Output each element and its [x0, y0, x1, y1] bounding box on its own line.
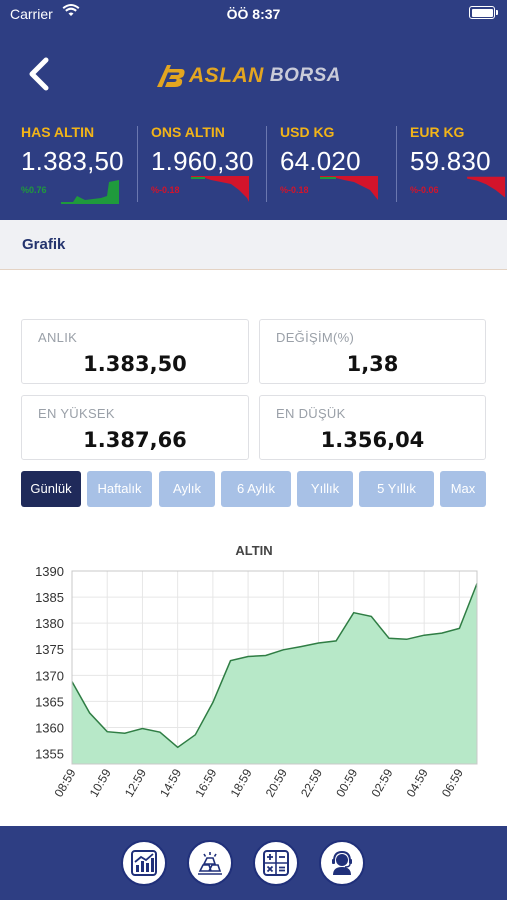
ticker-change: %-0.06	[410, 185, 439, 195]
ticker-change: %-0.18	[280, 185, 309, 195]
stat-value: 1.356,04	[320, 428, 425, 452]
calculator-icon	[263, 850, 289, 876]
y-tick-label: 1390	[35, 564, 64, 579]
ticker-name: ONS ALTIN	[151, 124, 225, 140]
ticker-value: 1.960,30	[151, 146, 254, 176]
ticker-sparkline	[61, 180, 119, 204]
ticker-value: 59.830	[410, 146, 491, 176]
app-header: Carrier ÖÖ 8:37 ASLAN BORSA HAS ALTIN 1.…	[0, 0, 507, 220]
logo-primary-text: ASLAN	[189, 64, 264, 87]
period-button-6-aylik[interactable]: 6 Aylık	[221, 471, 291, 507]
period-button-aylik[interactable]: Aylık	[159, 471, 215, 507]
ticker-eur-kg[interactable]: EUR KG 59.830 %-0.06	[396, 118, 507, 208]
stat-card-degisim: DEĞİŞİM(%) 1,38	[259, 319, 486, 384]
ticker-has-altin[interactable]: HAS ALTIN 1.383,50 %0.76	[21, 118, 136, 208]
stat-value: 1.387,66	[83, 428, 187, 452]
period-button-5-yillik[interactable]: 5 Yıllık	[359, 471, 434, 507]
ticker-sparkline	[191, 176, 249, 202]
ticker-ons-altin[interactable]: ONS ALTIN 1.960,30 %-0.18	[137, 118, 266, 208]
x-tick-label: 08:59	[51, 766, 78, 799]
section-title: Grafik	[22, 236, 66, 253]
stat-card-en-yuksek: EN YÜKSEK 1.387,66	[21, 395, 249, 460]
ticker-name: USD KG	[280, 124, 335, 140]
x-tick-label: 12:59	[122, 766, 149, 799]
y-tick-label: 1365	[35, 694, 64, 709]
stat-card-anlik: ANLIK 1.383,50	[21, 319, 249, 384]
period-selector: Günlük Haftalık Aylık 6 Aylık Yıllık 5 Y…	[21, 471, 491, 507]
x-tick-label: 06:59	[439, 766, 466, 799]
y-tick-label: 1360	[35, 720, 64, 735]
nav-calculator-button[interactable]	[253, 840, 299, 886]
x-tick-label: 22:59	[298, 766, 325, 799]
y-tick-label: 1370	[35, 668, 64, 683]
x-tick-label: 04:59	[404, 766, 431, 799]
y-tick-label: 1375	[35, 642, 64, 657]
stat-label: EN YÜKSEK	[38, 406, 115, 421]
ticker-usd-kg[interactable]: USD KG 64.020 %-0.18	[266, 118, 395, 208]
y-tick-label: 1385	[35, 590, 64, 605]
chart-area-fill	[72, 583, 477, 764]
ticker-divider	[266, 126, 267, 202]
ticker-divider	[137, 126, 138, 202]
ticker-strip[interactable]: HAS ALTIN 1.383,50 %0.76 ONS ALTIN 1.960…	[0, 118, 507, 212]
nav-support-button[interactable]	[319, 840, 365, 886]
stat-label: DEĞİŞİM(%)	[276, 330, 355, 345]
x-tick-label: 00:59	[333, 766, 360, 799]
nav-gold-button[interactable]	[187, 840, 233, 886]
period-button-gunluk[interactable]: Günlük	[21, 471, 81, 507]
period-button-max[interactable]: Max	[440, 471, 486, 507]
logo-mark-icon	[157, 65, 185, 87]
x-tick-label: 16:59	[192, 766, 219, 799]
x-tick-label: 02:59	[368, 766, 395, 799]
x-tick-label: 18:59	[228, 766, 255, 799]
section-header: Grafik	[0, 220, 507, 270]
stat-label: ANLIK	[38, 330, 78, 345]
support-agent-icon	[332, 850, 352, 875]
stat-card-en-dusuk: EN DÜŞÜK 1.356,04	[259, 395, 486, 460]
nav-chart-button[interactable]	[121, 840, 167, 886]
logo-secondary-text: BORSA	[269, 65, 341, 86]
status-time: ÖÖ 8:37	[226, 6, 281, 22]
chevron-left-icon[interactable]	[22, 52, 62, 96]
x-tick-label: 20:59	[263, 766, 290, 799]
ticker-sparkline	[320, 176, 378, 200]
chart-y-axis: 1355 1360 1365 1370 1375 1380 1385 1390	[35, 564, 64, 762]
status-bar: Carrier ÖÖ 8:37	[0, 0, 507, 28]
aslan-borsa-logo: ASLAN BORSA	[155, 60, 341, 92]
battery-icon	[469, 6, 498, 19]
stat-value: 1.383,50	[83, 352, 187, 376]
chart-icon	[131, 850, 157, 876]
period-button-yillik[interactable]: Yıllık	[297, 471, 353, 507]
ticker-change: %-0.18	[151, 185, 180, 195]
ticker-name: HAS ALTIN	[21, 124, 95, 140]
chart-x-axis: 08:59 10:59 12:59 14:59 16:59 18:59 20:59 22:59…	[51, 766, 466, 799]
x-tick-label: 10:59	[87, 766, 114, 799]
ticker-change: %0.76	[21, 185, 47, 195]
altin-price-chart[interactable]: ALTIN 1355 1360 1365 1370 1375 1380 1385 1390 0…	[0, 535, 507, 825]
ticker-value: 1.383,50	[21, 146, 124, 176]
stat-label: EN DÜŞÜK	[276, 406, 346, 421]
ticker-value: 64.020	[280, 146, 361, 176]
y-tick-label: 1355	[35, 747, 64, 762]
y-tick-label: 1380	[35, 616, 64, 631]
period-button-haftalik[interactable]: Haftalık	[87, 471, 152, 507]
ticker-name: EUR KG	[410, 124, 465, 140]
ticker-sparkline	[467, 176, 506, 198]
x-tick-label: 14:59	[157, 766, 184, 799]
gold-bars-icon	[198, 852, 222, 875]
stat-value: 1,38	[346, 352, 399, 376]
bottom-nav	[0, 826, 507, 900]
chart-title: ALTIN	[235, 543, 272, 558]
ticker-divider	[396, 126, 397, 202]
